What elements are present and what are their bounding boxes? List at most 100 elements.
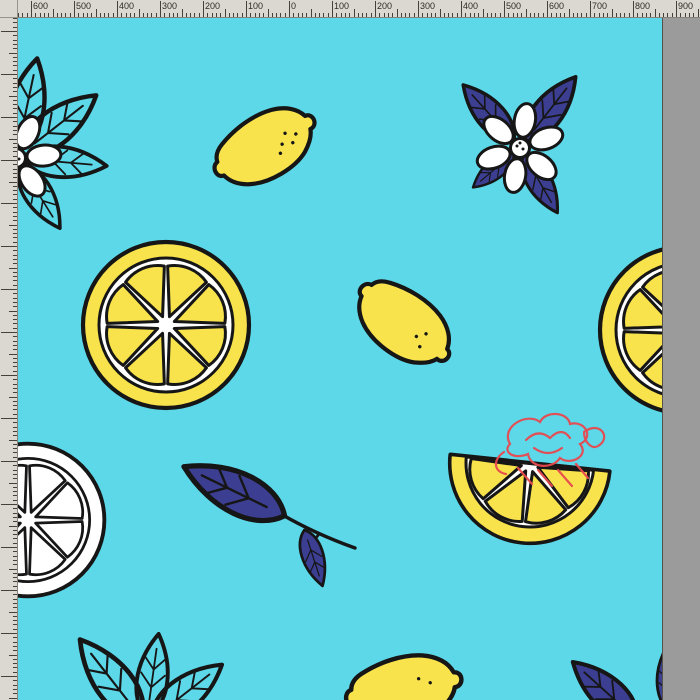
ruler-tick <box>12 35 17 37</box>
ruler-tick <box>658 12 660 17</box>
ruler-tick <box>12 121 17 123</box>
ruler-tick <box>12 499 17 501</box>
ruler-tick <box>12 379 17 381</box>
ruler-tick <box>332 1 333 17</box>
ruler-tick <box>12 624 17 626</box>
ruler-h-label: 900 <box>678 1 694 11</box>
ruler-tick <box>611 9 613 17</box>
ruler-tick <box>12 559 17 561</box>
ruler-tick <box>31 1 32 17</box>
ruler-tick <box>12 297 17 299</box>
ruler-tick <box>633 1 634 17</box>
ruler-tick <box>370 12 372 17</box>
ruler-tick <box>104 12 106 17</box>
ruler-tick <box>12 69 17 71</box>
horizontal-ruler[interactable]: 600 500 400 300 200 100 0 100 200 300 400 500 600 700… <box>18 0 700 18</box>
ruler-tick <box>448 12 450 17</box>
ruler-tick <box>185 12 187 17</box>
ruler-tick <box>168 12 170 17</box>
ruler-tick <box>9 439 17 441</box>
ruler-tick <box>413 12 415 17</box>
ruler-tick <box>456 12 458 17</box>
ruler-h-label: 300 <box>162 1 178 11</box>
ruler-tick <box>1 117 17 118</box>
ruler-tick <box>48 12 50 17</box>
ruler-tick <box>220 12 222 17</box>
ruler-tick <box>112 12 114 17</box>
ruler-tick <box>12 125 17 127</box>
ruler-tick <box>12 220 17 222</box>
ruler-tick <box>12 620 17 622</box>
ruler-tick <box>12 426 17 428</box>
ruler-tick <box>314 12 316 17</box>
ruler-tick <box>486 12 488 17</box>
lemon-slice-middle-left[interactable] <box>83 242 249 408</box>
ruler-tick <box>1 31 17 32</box>
ruler-tick <box>9 310 17 312</box>
ruler-tick <box>12 383 17 385</box>
ruler-tick <box>12 314 17 316</box>
ruler-tick <box>203 1 204 17</box>
ruler-tick <box>181 9 183 17</box>
ruler-tick <box>12 581 17 583</box>
ruler-tick <box>43 12 45 17</box>
ruler-tick <box>12 134 17 136</box>
ruler-tick <box>12 26 17 28</box>
ruler-tick <box>12 82 17 84</box>
ruler-tick <box>529 12 531 17</box>
pasteboard[interactable] <box>662 18 700 700</box>
ruler-tick <box>663 12 665 17</box>
ruler-tick <box>12 598 17 600</box>
ruler-tick <box>12 61 17 63</box>
ruler-h-label: 700 <box>592 1 608 11</box>
ruler-tick <box>129 12 131 17</box>
ruler-tick <box>99 12 101 17</box>
ruler-tick <box>452 12 454 17</box>
ruler-tick <box>293 12 295 17</box>
ruler-tick <box>198 12 200 17</box>
ruler-tick <box>624 12 626 17</box>
ruler-tick <box>697 9 699 17</box>
ruler-tick <box>9 482 17 484</box>
graphics-editor-canvas-window: 600 500 400 300 200 100 0 100 200 300 400 500 600 700… <box>0 0 700 700</box>
ruler-tick <box>1 160 17 161</box>
ruler-tick <box>12 671 17 673</box>
ruler-tick <box>1 375 17 376</box>
ruler-tick <box>12 43 17 45</box>
ruler-tick <box>12 585 17 587</box>
ruler-tick <box>12 327 17 329</box>
ruler-tick <box>422 12 424 17</box>
ruler-tick <box>65 12 67 17</box>
ruler-tick <box>12 542 17 544</box>
ruler-tick <box>383 12 385 17</box>
ruler-tick <box>12 254 17 256</box>
ruler-tick <box>12 211 17 213</box>
ruler-tick <box>12 185 17 187</box>
ruler-h-label: 0 <box>291 1 297 11</box>
ruler-tick <box>12 615 17 617</box>
ruler-tick <box>12 448 17 450</box>
ruler-tick <box>637 12 639 17</box>
ruler-tick <box>581 12 583 17</box>
ruler-h-label: 200 <box>377 1 393 11</box>
ruler-tick <box>12 607 17 609</box>
ruler-tick <box>426 12 428 17</box>
canvas[interactable] <box>18 18 700 700</box>
ruler-tick <box>12 473 17 475</box>
ruler-tick <box>237 12 239 17</box>
ruler-tick <box>598 12 600 17</box>
ruler-tick <box>12 207 17 209</box>
vertical-ruler[interactable] <box>0 18 18 700</box>
ruler-tick <box>508 12 510 17</box>
ruler-tick <box>12 495 17 497</box>
ruler-tick <box>12 112 17 114</box>
ruler-tick <box>12 22 17 24</box>
ruler-tick <box>91 12 93 17</box>
ruler-tick <box>1 74 17 75</box>
ruler-tick <box>1 203 17 204</box>
ruler-tick <box>138 9 140 17</box>
ruler-tick <box>276 12 278 17</box>
ruler-tick <box>12 555 17 557</box>
ruler-origin-corner[interactable] <box>0 0 18 18</box>
canvas-area[interactable] <box>18 18 700 700</box>
